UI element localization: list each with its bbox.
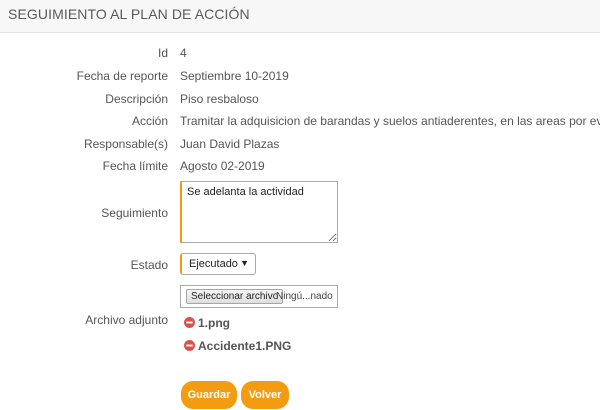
accion-label: Acción (131, 114, 168, 128)
attachment-name[interactable]: 1.png (198, 316, 230, 330)
estado-label: Estado (130, 258, 168, 272)
remove-circle-icon[interactable] (184, 340, 195, 351)
fecha-reporte-label: Fecha de reporte (76, 69, 168, 83)
accion-value: Tramitar la adquisicion de barandas y su… (180, 114, 600, 128)
seguimiento-textarea[interactable]: Se adelanta la actividad (180, 181, 338, 243)
estado-select[interactable]: Ejecutado ▼ (180, 253, 256, 275)
estado-selected-value: Ejecutado (189, 258, 238, 270)
file-input[interactable]: Seleccionar archivo Ningú...nado (180, 285, 338, 308)
descripcion-value: Piso resbaloso (180, 92, 259, 106)
back-button[interactable]: Volver (241, 381, 289, 409)
responsables-value: Juan David Plazas (180, 137, 280, 151)
fecha-reporte-value: Septiembre 10-2019 (180, 69, 289, 83)
page-title: SEGUIMIENTO AL PLAN DE ACCIÓN (8, 6, 250, 22)
seguimiento-label: Seguimiento (101, 206, 168, 220)
triangle-down-icon: ▼ (240, 258, 249, 268)
choose-file-button[interactable]: Seleccionar archivo (186, 289, 284, 304)
fecha-limite-label: Fecha límite (102, 159, 168, 173)
fecha-limite-value: Agosto 02-2019 (180, 159, 265, 173)
archivo-label: Archivo adjunto (85, 313, 168, 327)
responsables-label: Responsable(s) (83, 137, 168, 151)
id-label: Id (157, 46, 168, 60)
file-status-text: Ningú...nado (276, 291, 333, 302)
page-header: SEGUIMIENTO AL PLAN DE ACCIÓN (0, 0, 600, 33)
remove-circle-icon[interactable] (184, 317, 195, 328)
descripcion-label: Descripción (105, 92, 168, 106)
attachment-name[interactable]: Accidente1.PNG (198, 339, 291, 353)
save-button[interactable]: Guardar (181, 381, 237, 409)
id-value: 4 (180, 46, 187, 60)
